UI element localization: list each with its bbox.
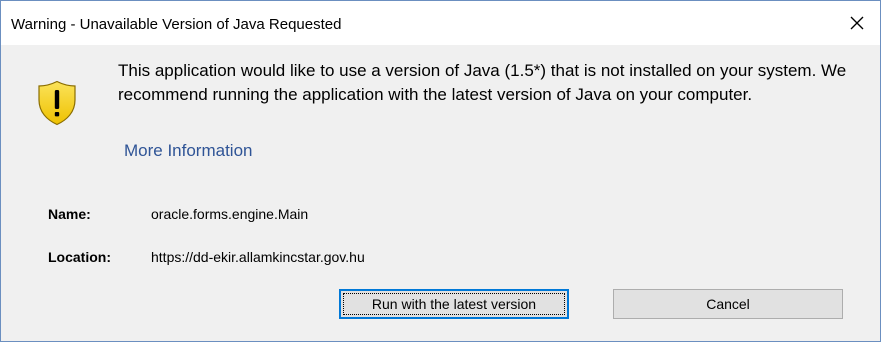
close-button[interactable] xyxy=(834,1,880,45)
run-latest-version-label: Run with the latest version xyxy=(371,296,537,312)
close-icon xyxy=(850,16,864,30)
dialog-window: Warning - Unavailable Version of Java Re… xyxy=(0,0,881,342)
dialog-content: This application would like to use a ver… xyxy=(1,45,880,341)
location-label: Location: xyxy=(48,249,111,265)
run-latest-version-button[interactable]: Run with the latest version xyxy=(339,289,569,319)
warning-message: This application would like to use a ver… xyxy=(118,61,847,104)
cancel-label: Cancel xyxy=(706,296,750,312)
window-title: Warning - Unavailable Version of Java Re… xyxy=(11,16,342,33)
title-bar: Warning - Unavailable Version of Java Re… xyxy=(1,1,880,45)
name-value: oracle.forms.engine.Main xyxy=(151,206,309,222)
more-information-link[interactable]: More Information xyxy=(124,139,253,163)
warning-shield-icon xyxy=(38,80,76,126)
cancel-button[interactable]: Cancel xyxy=(613,289,843,319)
name-label: Name: xyxy=(48,206,91,222)
location-value: https://dd-ekir.allamkincstar.gov.hu xyxy=(151,249,365,265)
